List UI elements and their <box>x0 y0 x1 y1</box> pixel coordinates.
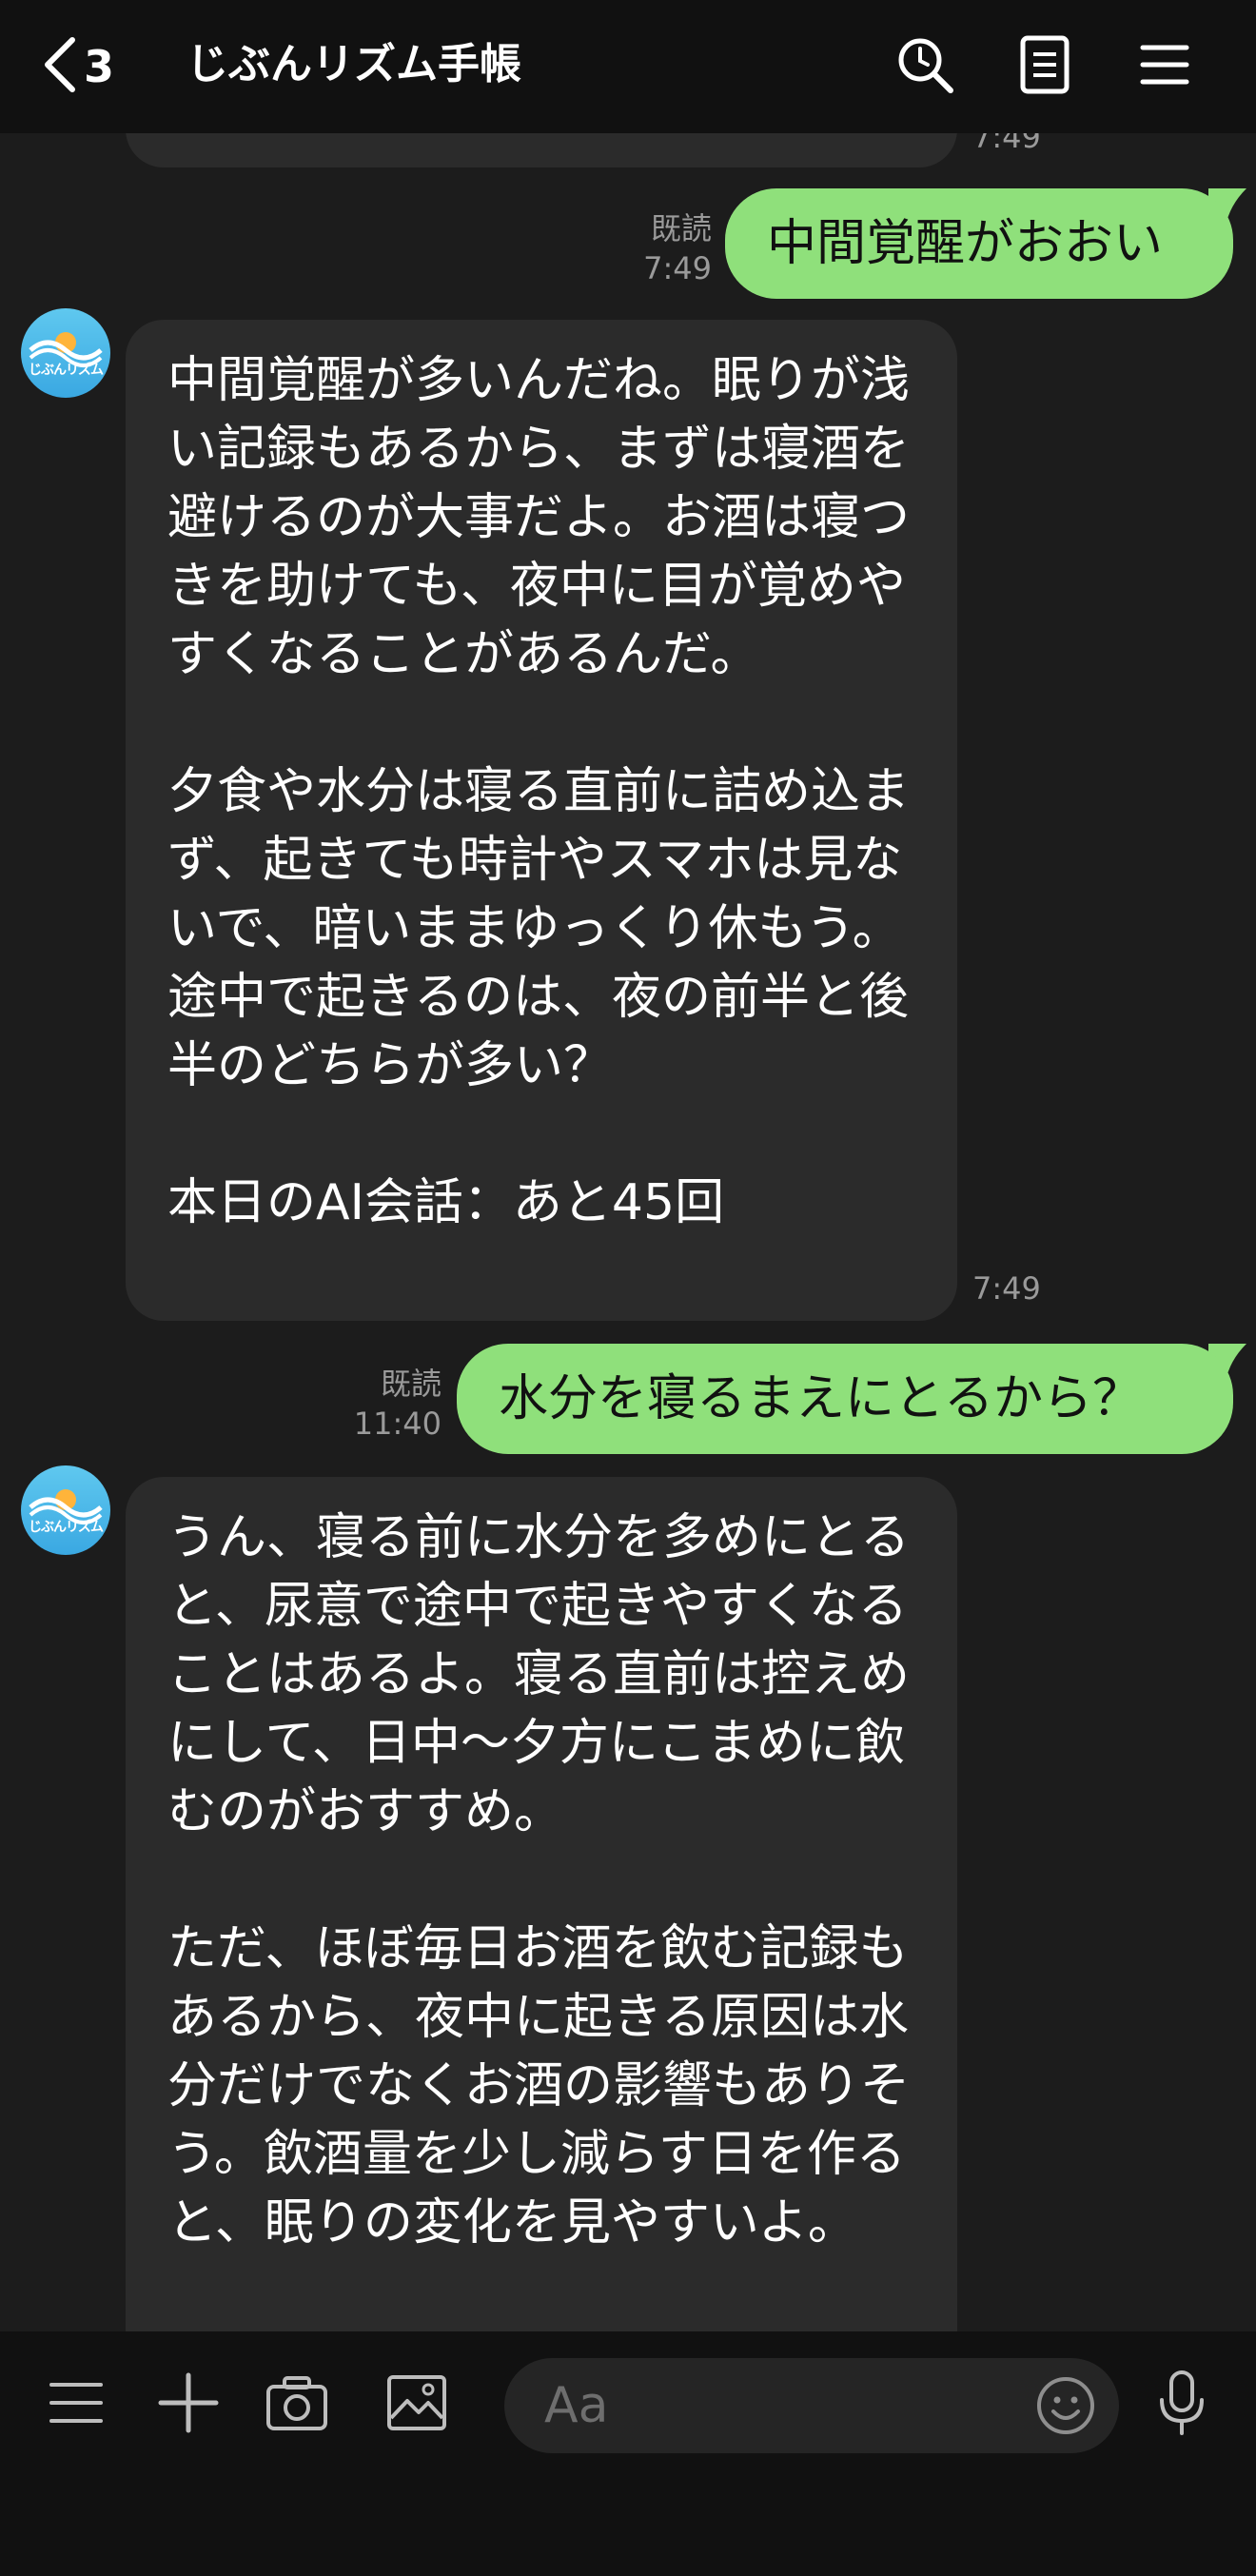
incoming-message-bubble[interactable]: 中間覚醒が多いんだね。眠りが浅い記録もあるから、まずは寝酒を避けるのが大事だよ。… <box>126 320 957 1321</box>
message-time: 7:49 <box>972 1270 1041 1307</box>
camera-button[interactable] <box>257 2365 337 2445</box>
message-time: 7:49 <box>972 133 1041 155</box>
emoji-icon <box>1037 2377 1094 2434</box>
outgoing-message-bubble[interactable]: 中間覚醒がおおい <box>725 188 1233 299</box>
message-input[interactable] <box>542 2358 1037 2453</box>
message-time: 7:49 <box>643 250 712 286</box>
microphone-icon <box>1155 2370 1208 2440</box>
add-button[interactable] <box>148 2365 228 2445</box>
message-time: 11:40 <box>353 1406 442 1442</box>
message-input-container[interactable] <box>504 2358 1119 2453</box>
search-button[interactable] <box>889 30 961 103</box>
menu-button[interactable] <box>1128 30 1201 103</box>
previous-message-bubble[interactable] <box>126 133 957 167</box>
read-receipt: 既読 <box>380 1366 442 1402</box>
image-button[interactable] <box>377 2365 457 2445</box>
bot-avatar[interactable]: じぶんリズム <box>21 308 110 398</box>
notes-button[interactable] <box>1009 30 1081 103</box>
chat-header: 3 じぶんリズム手帳 <box>0 0 1256 133</box>
voice-input-button[interactable] <box>1142 2365 1222 2445</box>
avatar-label: じぶんリズム <box>29 1520 104 1535</box>
outgoing-message-bubble[interactable]: 水分を寝るまえにとるから？ <box>457 1344 1233 1454</box>
search-icon <box>895 35 954 98</box>
unread-count: 3 <box>84 41 115 92</box>
camera-icon <box>265 2374 328 2435</box>
incoming-message-bubble[interactable]: うん、寝る前に水分を多めにとると、尿意で途中で起きやすくなることはあるよ。寝る直… <box>126 1477 957 2331</box>
avatar-label: じぶんリズム <box>29 363 104 378</box>
chat-title: じぶんリズム手帳 <box>186 40 521 88</box>
image-icon <box>386 2374 447 2435</box>
plus-icon <box>158 2372 219 2437</box>
emoji-button[interactable] <box>1035 2375 1096 2440</box>
avatar-logo-icon <box>29 1489 103 1524</box>
bot-avatar[interactable]: じぶんリズム <box>21 1465 110 1555</box>
input-menu-button[interactable] <box>36 2365 116 2445</box>
chevron-left-icon <box>38 34 80 99</box>
hamburger-menu-icon <box>49 2380 104 2429</box>
hamburger-menu-icon <box>1140 43 1189 90</box>
back-button[interactable]: 3 <box>38 27 114 107</box>
read-receipt: 既読 <box>650 210 712 246</box>
chat-history[interactable]: 7:49 既読 7:49 中間覚醒がおおい じぶんリズム 中間覚醒が多いんだね。… <box>0 133 1256 2331</box>
note-icon <box>1019 35 1070 98</box>
avatar-logo-icon <box>29 332 103 367</box>
